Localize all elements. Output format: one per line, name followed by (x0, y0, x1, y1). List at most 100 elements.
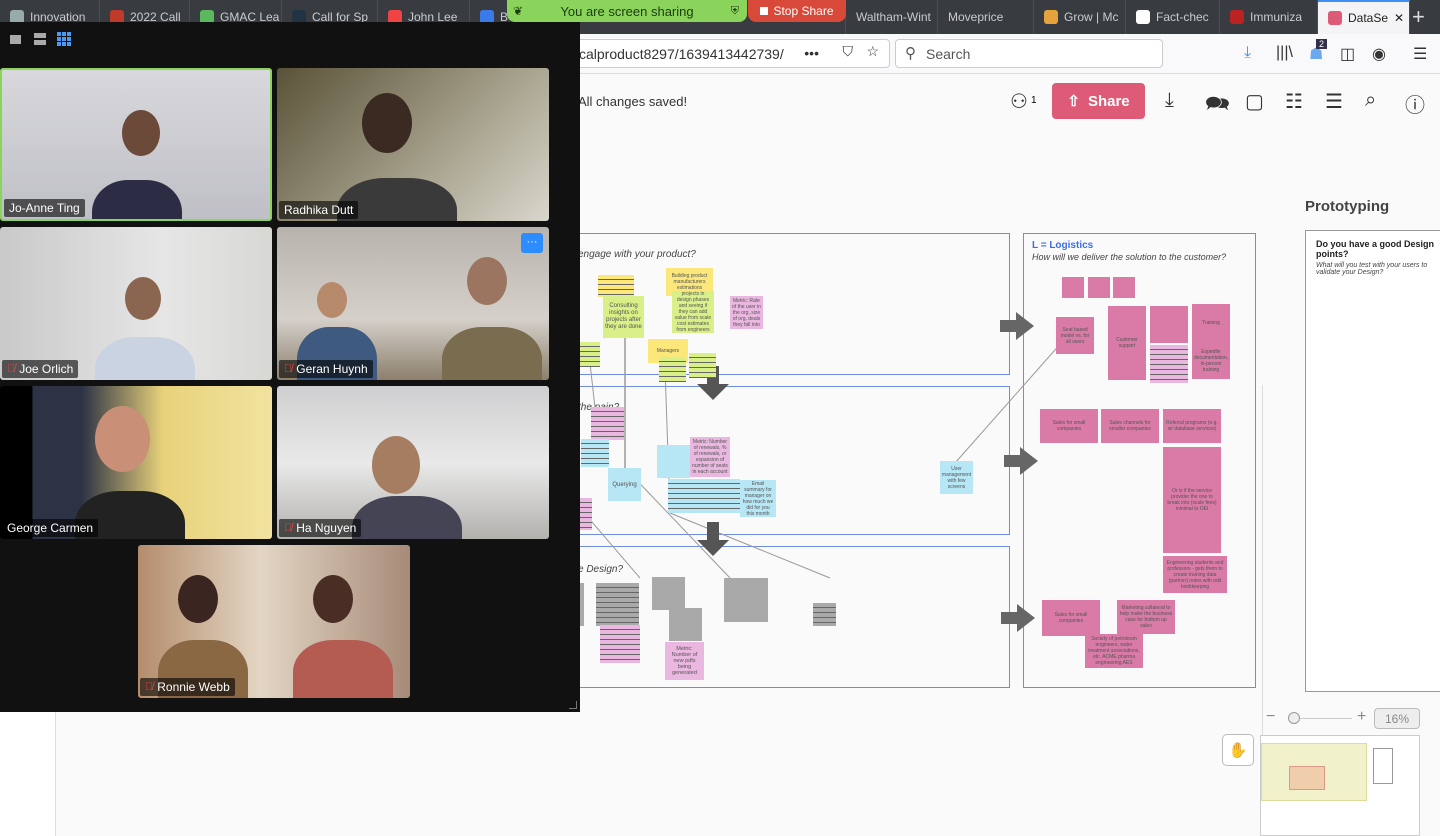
sticky-note[interactable] (724, 578, 768, 622)
zoom-level[interactable]: 16% (1374, 708, 1420, 729)
share-button[interactable]: ⇧ Share (1052, 83, 1145, 119)
bookmark-star-icon[interactable]: ☆ (866, 43, 879, 60)
sticky-note[interactable]: Email summary for manager on how much we… (740, 480, 776, 517)
url-bar[interactable]: calproduct8297/1639413442739/ ••• ⛉ ☆ (560, 39, 890, 68)
sticky-note[interactable]: Metric: Number of renewals, % of renewal… (690, 437, 730, 477)
account-icon[interactable]: ◉ (1372, 44, 1386, 64)
zoom-slider-handle[interactable] (1288, 712, 1300, 724)
frame-prototyping[interactable]: Do you have a good Design points? What w… (1305, 230, 1440, 692)
sticky-note[interactable] (1088, 277, 1110, 298)
participant-video-tile[interactable]: 🎙̸ Geran Huynh ··· (277, 227, 549, 380)
list-icon[interactable]: ☰ (1325, 89, 1343, 114)
sticky-note[interactable]: Consulting insights on projects after th… (603, 296, 644, 338)
hand-tool-button[interactable]: ✋ (1222, 734, 1254, 766)
help-icon[interactable]: ⓘ (1405, 89, 1425, 118)
sticky-note[interactable]: Expedite documentation, in-person traini… (1192, 342, 1230, 379)
participant-face (313, 575, 353, 623)
sticky-note[interactable] (600, 625, 640, 663)
comments-icon[interactable]: 🗪 (1205, 89, 1230, 123)
left-sidebar (0, 712, 56, 836)
new-tab-button[interactable]: + (1412, 4, 1425, 30)
hand-icon: ✋ (1228, 742, 1248, 759)
sticky-note[interactable] (652, 577, 685, 610)
sticky-note[interactable] (596, 583, 639, 626)
browser-tab[interactable]: Fact-chec (1126, 0, 1220, 34)
sticky-note[interactable]: Referral programs (e.g. w/ database serv… (1163, 409, 1221, 443)
sticky-note[interactable] (659, 357, 686, 382)
participant-name: Jo-Anne Ting (9, 201, 80, 215)
sticky-note[interactable] (689, 353, 716, 378)
sticky-note[interactable]: Society of petroleum engineers, water tr… (1085, 634, 1143, 668)
sticky-note[interactable] (578, 498, 592, 530)
resize-handle[interactable] (569, 701, 577, 709)
collaborator-icon[interactable]: ⚇ (1010, 89, 1028, 114)
strip-view-icon[interactable] (34, 33, 46, 45)
sticky-note[interactable]: Querying (608, 468, 641, 501)
history-icon[interactable]: ☷ (1285, 89, 1303, 114)
participant-video-tile[interactable]: George Carmen (0, 386, 272, 539)
sticky-note[interactable] (1113, 277, 1135, 298)
sticky-note[interactable] (668, 479, 704, 513)
sticky-note[interactable]: Identifying projects in design phases an… (672, 291, 714, 333)
browser-tab[interactable]: DataSe ✕ (1318, 0, 1410, 34)
sticky-note[interactable]: Engineering students and professors - ge… (1163, 556, 1227, 593)
stop-share-button[interactable]: Stop Share (748, 0, 846, 22)
participant-video-tile[interactable]: 🎙̸ Ha Nguyen (277, 386, 549, 539)
search-input[interactable]: ⚲ Search (895, 39, 1163, 68)
sticky-note[interactable] (657, 445, 690, 478)
browser-tab[interactable]: Waltham-Wint (846, 0, 938, 34)
menu-icon[interactable]: ☰ (1413, 44, 1427, 64)
gallery-view-icon[interactable] (57, 32, 71, 46)
participant-name: Ronnie Webb (157, 680, 230, 694)
sticky-note[interactable] (578, 342, 600, 367)
sticky-note[interactable]: Sales for small companies (1042, 600, 1100, 636)
search-icon: ⚲ (905, 45, 916, 62)
sticky-note[interactable] (813, 603, 836, 626)
sticky-note[interactable] (669, 608, 702, 641)
zoom-meeting-window: Jo-Anne Ting Radhika Dutt 🎙̸ Joe Orlich 🎙̸ Ge… (0, 22, 580, 712)
sticky-note[interactable]: Metric: Number of new pdfs being generat… (665, 642, 704, 680)
sticky-note[interactable] (598, 275, 634, 297)
browser-tab[interactable]: Moveprice (938, 0, 1034, 34)
more-actions-icon[interactable]: ••• (804, 45, 819, 61)
more-options-button[interactable]: ··· (521, 233, 543, 253)
sticky-note[interactable] (1062, 277, 1084, 298)
prototyping-heading: Do you have a good Design points? (1316, 239, 1435, 259)
sticky-note[interactable]: Training (1192, 304, 1230, 342)
sticky-note[interactable] (581, 439, 609, 467)
speaker-view-icon[interactable] (10, 35, 21, 44)
sticky-note[interactable] (1150, 345, 1188, 383)
sticky-note[interactable]: Or is if the service provider the one to… (1163, 447, 1221, 553)
sticky-note[interactable] (1150, 306, 1188, 343)
sticky-note[interactable]: Customer support (1108, 306, 1146, 380)
download-board-icon[interactable]: ⤓ (1165, 89, 1174, 112)
library-icon[interactable]: |||\ (1276, 44, 1293, 62)
sticky-note[interactable]: Sales for small companies (1040, 409, 1098, 443)
participant-video-tile[interactable]: 🎙̸ Joe Orlich (0, 227, 272, 380)
sticky-note[interactable]: Sales channels for smaller companies (1101, 409, 1159, 443)
comment-icon[interactable]: ▢ (1245, 89, 1264, 114)
sticky-note[interactable]: Metric: Rate of the user in the org, siz… (730, 296, 763, 329)
participant-face (362, 93, 412, 153)
sticky-note[interactable]: Seat based model vs. for all users (1056, 317, 1094, 354)
sidebar-icon[interactable]: ◫ (1340, 44, 1355, 64)
download-icon[interactable]: ⤓ (1244, 44, 1251, 62)
browser-tab[interactable]: Grow | Mc (1034, 0, 1126, 34)
minimap[interactable] (1260, 735, 1420, 836)
browser-tab[interactable]: Immuniza (1220, 0, 1318, 34)
collaborator-count: 1 (1031, 95, 1037, 106)
participant-video-tile[interactable]: Radhika Dutt (277, 68, 549, 221)
pocket-icon[interactable]: ⛉ (843, 43, 854, 60)
participant-video-tile[interactable]: 🎙̸ Ronnie Webb (138, 545, 410, 698)
sticky-note[interactable] (704, 479, 740, 513)
close-tab-icon[interactable]: ✕ (1394, 11, 1404, 25)
search-board-icon[interactable]: ⌕ (1365, 89, 1376, 112)
participant-body (293, 640, 393, 698)
zoom-in-button[interactable]: + (1357, 708, 1366, 726)
participant-video-tile[interactable]: Jo-Anne Ting (0, 68, 272, 221)
participant-name-label: George Carmen (2, 519, 99, 537)
sticky-note[interactable]: User management with few screens (940, 461, 973, 494)
zoom-out-button[interactable]: − (1266, 708, 1275, 726)
sticky-note[interactable] (591, 407, 624, 440)
sticky-note[interactable]: Marketing collateral to help make the bu… (1117, 600, 1175, 634)
